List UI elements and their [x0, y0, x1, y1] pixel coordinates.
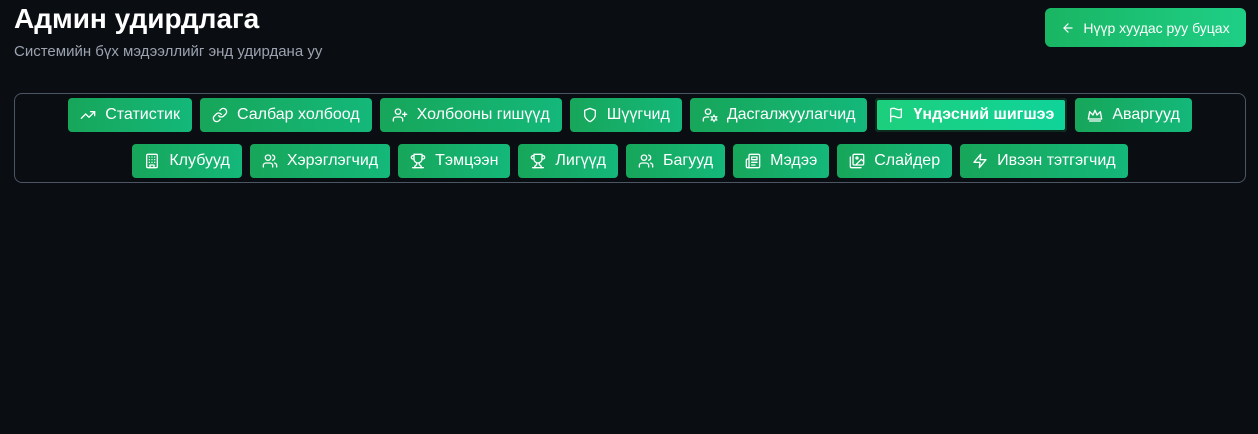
arrow-left-icon [1061, 21, 1075, 35]
tab-link-1[interactable]: Салбар холбоод [199, 98, 372, 132]
page-title: Админ удирдлага [14, 3, 260, 34]
tab-images-13[interactable]: Слайдер [837, 144, 953, 178]
tab-trophy-10[interactable]: Лигүүд [518, 144, 619, 178]
user-plus-icon [392, 107, 408, 123]
images-icon [849, 153, 865, 169]
tab-building-7[interactable]: Клубууд [132, 144, 242, 178]
tab-label: Хэрэглэгчид [286, 152, 379, 169]
trophy-icon [530, 153, 546, 169]
tab-label: Лигүүд [555, 152, 607, 169]
tab-zap-14[interactable]: Ивээн тэтгэгчид [960, 144, 1128, 178]
tab-label: Аваргууд [1112, 106, 1180, 123]
tab-label: Статистик [105, 106, 180, 123]
users-icon [638, 153, 654, 169]
shield-icon [582, 107, 598, 123]
tab-label: Тэмцээн [435, 152, 499, 169]
tab-label: Багууд [663, 152, 714, 169]
tab-label: Дасгалжуулагчид [726, 106, 856, 123]
trophy-icon [410, 153, 426, 169]
tab-label: Клубууд [169, 152, 230, 169]
back-button-label: Нүүр хуудас руу буцах [1083, 19, 1230, 36]
tab-label: Шүүгчид [606, 106, 670, 123]
tab-label: Үндэсний шигшээ [913, 106, 1055, 123]
tab-crown-6[interactable]: Аваргууд [1075, 98, 1192, 132]
back-to-home-button[interactable]: Нүүр хуудас руу буцах [1045, 8, 1246, 47]
tab-user-cog-4[interactable]: Дасгалжуулагчид [689, 98, 868, 132]
zap-icon [972, 153, 988, 169]
building-icon [144, 153, 160, 169]
newspaper-icon [745, 153, 761, 169]
tab-trophy-9[interactable]: Тэмцээн [398, 144, 511, 178]
tab-users-8[interactable]: Хэрэглэгчид [249, 144, 391, 178]
trending-up-icon [80, 107, 96, 123]
tab-label: Ивээн тэтгэгчид [997, 152, 1116, 169]
admin-tabs-panel: Статистик Салбар холбоод Холбооны гишүүд Шү… [14, 93, 1246, 183]
tab-user-plus-2[interactable]: Холбооны гишүүд [379, 98, 562, 132]
tab-trending-up-0[interactable]: Статистик [68, 98, 192, 132]
users-icon [262, 153, 278, 169]
tab-shield-3[interactable]: Шүүгчид [569, 98, 682, 132]
crown-icon [1087, 107, 1103, 123]
flag-icon [888, 107, 904, 123]
page-subtitle: Системийн бүх мэдээллийг энд удирдана уу [14, 43, 323, 60]
tab-label: Салбар холбоод [236, 106, 360, 123]
tab-label: Слайдер [874, 152, 941, 169]
tab-flag-5[interactable]: Үндэсний шигшээ [875, 98, 1068, 132]
tab-newspaper-12[interactable]: Мэдээ [733, 144, 830, 178]
tab-users-11[interactable]: Багууд [626, 144, 726, 178]
link-icon [212, 107, 228, 123]
tab-label: Холбооны гишүүд [416, 106, 550, 123]
tab-label: Мэдээ [770, 152, 818, 169]
user-cog-icon [702, 107, 718, 123]
